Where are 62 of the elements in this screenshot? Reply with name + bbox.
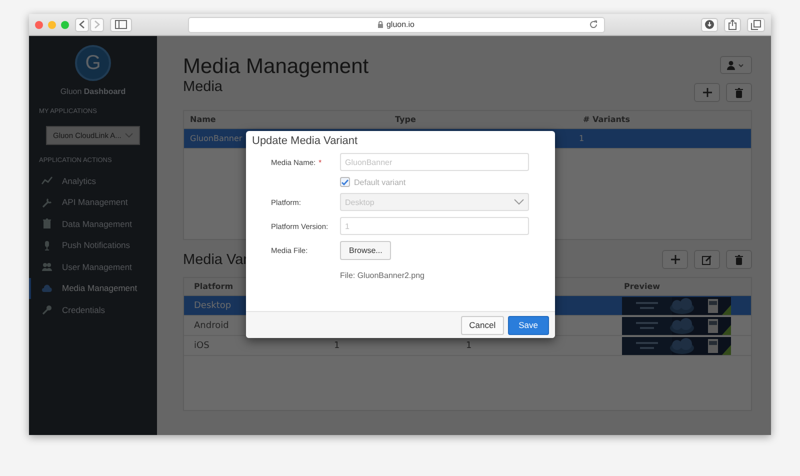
- column-header: # Variants: [573, 111, 751, 128]
- download-icon: [705, 20, 714, 29]
- sidebar-item[interactable]: Push Notifications: [29, 234, 157, 256]
- input-field[interactable]: GluonBanner: [340, 153, 529, 171]
- trash-icon: [735, 88, 743, 98]
- back-icon: [79, 20, 85, 29]
- cancel-button[interactable]: Cancel: [461, 316, 504, 334]
- dialog-title: Update Media Variant: [251, 134, 359, 147]
- delete-button[interactable]: [726, 83, 752, 102]
- section-title: Media Var: [183, 252, 248, 268]
- plus-icon: [702, 88, 712, 97]
- wrench-icon: [41, 196, 53, 208]
- chevron-icon: [125, 133, 133, 138]
- sidebar-item[interactable]: Analytics: [29, 170, 157, 192]
- save-button[interactable]: Save: [508, 316, 549, 334]
- checkbox[interactable]: [340, 177, 350, 187]
- table-cell: 1: [573, 128, 751, 148]
- column-header: Preview: [614, 278, 751, 296]
- users-icon: [41, 261, 53, 272]
- reload-icon[interactable]: [589, 20, 598, 28]
- tabs-icon: [751, 20, 761, 30]
- address-bar[interactable]: gluon.io: [188, 16, 605, 32]
- add-button[interactable]: [662, 250, 688, 269]
- tabs-button[interactable]: [747, 18, 765, 32]
- edit-button[interactable]: [694, 250, 720, 269]
- maximize-icon[interactable]: [61, 20, 69, 28]
- close-icon[interactable]: [35, 20, 43, 28]
- sidebar-item[interactable]: Data Management: [29, 213, 157, 234]
- download-button[interactable]: [701, 18, 718, 32]
- brand-name: Gluon Dashboard: [59, 87, 127, 96]
- add-button[interactable]: [694, 83, 720, 102]
- section-title: Media: [183, 79, 224, 95]
- plus-icon: [670, 255, 680, 264]
- browse-button[interactable]: Browse...: [340, 241, 392, 260]
- sidebar-icon: [115, 20, 127, 29]
- delete-button[interactable]: [726, 250, 752, 269]
- page-title: Media Management: [183, 55, 369, 79]
- trash-icon: [41, 218, 53, 230]
- column-header: Type: [385, 111, 573, 128]
- sidebar-item[interactable]: User Management: [29, 256, 157, 278]
- user-menu-button[interactable]: [720, 56, 752, 74]
- back-button[interactable]: [75, 18, 89, 32]
- file-name: File: GluonBanner2.png: [340, 271, 426, 280]
- trash-icon: [735, 254, 743, 264]
- share-button[interactable]: [724, 18, 741, 32]
- input-field[interactable]: 1: [340, 217, 529, 235]
- address-text: gluon.io: [386, 20, 415, 29]
- sidebar-toggle-button[interactable]: [110, 18, 132, 32]
- key-icon: [41, 304, 53, 316]
- sidebar-item[interactable]: API Management: [29, 192, 157, 213]
- checkbox-label: Default variant: [354, 178, 406, 186]
- sidebar-item[interactable]: Credentials: [29, 299, 157, 320]
- share-icon: [728, 19, 737, 30]
- lock-icon: [378, 21, 384, 28]
- chevron-icon: [514, 199, 524, 205]
- forward-icon: [94, 20, 100, 29]
- column-header: Name: [184, 111, 385, 128]
- cloud-icon: [41, 282, 53, 294]
- chart-icon: [41, 175, 53, 186]
- user-icon: [727, 60, 745, 70]
- logo: G: [75, 45, 111, 81]
- edit-icon: [702, 254, 712, 264]
